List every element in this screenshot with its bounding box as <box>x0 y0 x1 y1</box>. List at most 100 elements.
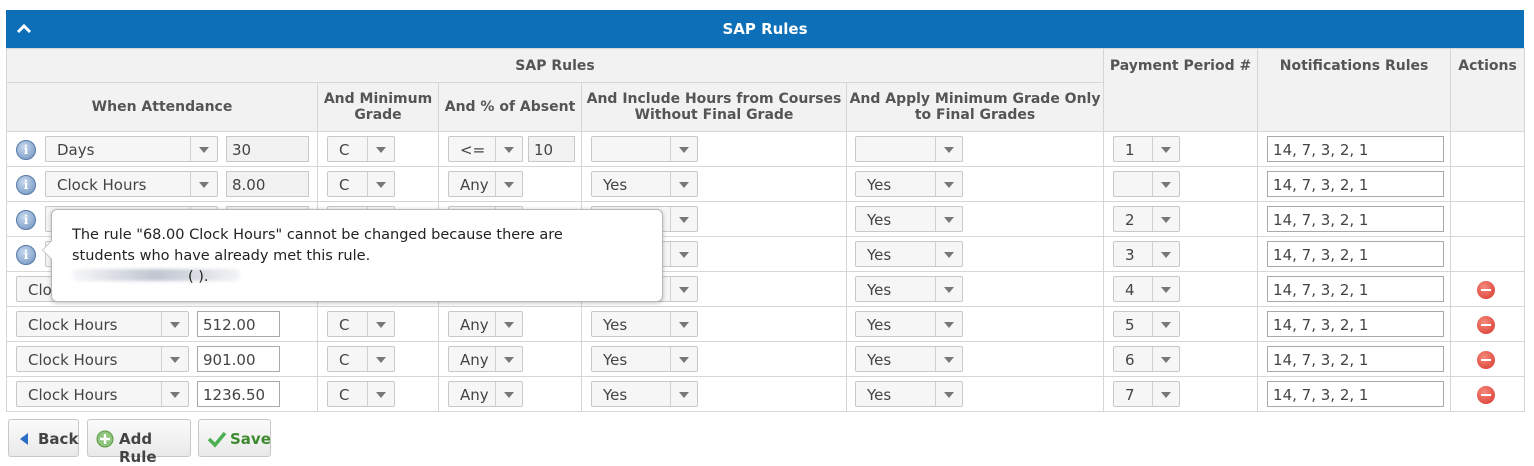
chevron-down-icon[interactable] <box>935 347 962 371</box>
apply-min-grade-select[interactable]: Yes <box>855 311 963 337</box>
notifications-input[interactable]: 14, 7, 3, 2, 1 <box>1267 346 1445 372</box>
chevron-down-icon[interactable] <box>1152 312 1179 336</box>
notifications-input[interactable]: 14, 7, 3, 2, 1 <box>1267 171 1445 197</box>
chevron-down-icon[interactable] <box>367 382 394 406</box>
chevron-down-icon[interactable] <box>670 347 697 371</box>
apply-min-grade-select[interactable]: Yes <box>855 381 963 407</box>
chevron-down-icon[interactable] <box>367 347 394 371</box>
attendance-unit-select[interactable]: Clock Hours <box>16 381 189 407</box>
attendance-unit-select[interactable]: Clock Hours <box>16 311 189 337</box>
apply-min-grade-select[interactable]: Yes <box>855 206 963 232</box>
chevron-down-icon[interactable] <box>190 172 217 196</box>
chevron-down-icon[interactable] <box>1152 347 1179 371</box>
min-grade-select[interactable]: C <box>327 136 395 162</box>
chevron-down-icon[interactable] <box>1152 382 1179 406</box>
chevron-down-icon[interactable] <box>495 137 522 161</box>
chevron-down-icon[interactable] <box>161 347 188 371</box>
min-grade-select[interactable]: C <box>327 346 395 372</box>
chevron-down-icon[interactable] <box>935 382 962 406</box>
chevron-down-icon[interactable] <box>1152 277 1179 301</box>
include-hours-select[interactable]: Yes <box>591 381 698 407</box>
payment-period-select[interactable] <box>1113 171 1181 197</box>
chevron-down-icon[interactable] <box>1152 172 1179 196</box>
attendance-unit-select[interactable]: Clock Hours <box>45 171 218 197</box>
chevron-down-icon[interactable] <box>367 172 394 196</box>
payment-period-select[interactable]: 3 <box>1113 241 1181 267</box>
notifications-input[interactable]: 14, 7, 3, 2, 1 <box>1267 206 1445 232</box>
apply-min-grade-select[interactable] <box>855 136 963 162</box>
remove-icon[interactable] <box>1477 316 1496 334</box>
notifications-input[interactable]: 14, 7, 3, 2, 1 <box>1267 241 1445 267</box>
absent-operator-select[interactable]: Any <box>448 346 523 372</box>
chevron-down-icon[interactable] <box>935 137 962 161</box>
chevron-down-icon[interactable] <box>1152 242 1179 266</box>
chevron-down-icon[interactable] <box>367 137 394 161</box>
payment-period-select[interactable]: 7 <box>1113 381 1181 407</box>
notifications-input[interactable]: 14, 7, 3, 2, 1 <box>1267 276 1445 302</box>
apply-min-grade-select[interactable]: Yes <box>855 346 963 372</box>
remove-icon[interactable] <box>1477 351 1496 369</box>
payment-period-select[interactable]: 2 <box>1113 206 1181 232</box>
chevron-down-icon[interactable] <box>670 242 697 266</box>
attendance-amount-input[interactable]: 512.00 <box>197 311 280 337</box>
apply-min-grade-select[interactable]: Yes <box>855 171 963 197</box>
absent-value-input[interactable]: 10 <box>528 136 575 162</box>
chevron-down-icon[interactable] <box>495 312 522 336</box>
apply-min-grade-select[interactable]: Yes <box>855 276 963 302</box>
attendance-amount-input[interactable]: 30 <box>226 136 309 162</box>
chevron-down-icon[interactable] <box>495 382 522 406</box>
payment-period-select[interactable]: 6 <box>1113 346 1181 372</box>
save-button[interactable]: Save <box>198 419 271 457</box>
chevron-down-icon[interactable] <box>1152 207 1179 231</box>
chevron-down-icon[interactable] <box>495 347 522 371</box>
include-hours-select[interactable]: Yes <box>591 171 698 197</box>
payment-period-select[interactable]: 4 <box>1113 276 1181 302</box>
chevron-down-icon[interactable] <box>670 137 697 161</box>
chevron-down-icon[interactable] <box>367 312 394 336</box>
chevron-down-icon[interactable] <box>670 172 697 196</box>
info-icon[interactable]: i <box>16 140 36 160</box>
chevron-down-icon[interactable] <box>670 382 697 406</box>
remove-icon[interactable] <box>1477 281 1496 299</box>
include-hours-select[interactable] <box>591 136 698 162</box>
remove-icon[interactable] <box>1477 386 1496 404</box>
attendance-amount-input[interactable]: 1236.50 <box>197 381 280 407</box>
info-icon[interactable]: i <box>16 210 36 230</box>
payment-period-select[interactable]: 1 <box>1113 136 1181 162</box>
absent-operator-select[interactable]: <= <box>448 136 523 162</box>
min-grade-select[interactable]: C <box>327 171 395 197</box>
info-icon[interactable]: i <box>16 175 36 195</box>
absent-operator-select[interactable]: Any <box>448 381 523 407</box>
absent-operator-select[interactable]: Any <box>448 171 523 197</box>
attendance-amount-input[interactable]: 8.00 <box>226 171 309 197</box>
notifications-input[interactable]: 14, 7, 3, 2, 1 <box>1267 136 1445 162</box>
back-button[interactable]: Back <box>8 419 79 457</box>
absent-operator-select[interactable]: Any <box>448 311 523 337</box>
chevron-down-icon[interactable] <box>935 242 962 266</box>
chevron-down-icon[interactable] <box>935 277 962 301</box>
min-grade-select[interactable]: C <box>327 311 395 337</box>
chevron-down-icon[interactable] <box>190 137 217 161</box>
chevron-down-icon[interactable] <box>935 207 962 231</box>
apply-min-grade-select[interactable]: Yes <box>855 241 963 267</box>
attendance-unit-select[interactable]: Clock Hours <box>16 346 189 372</box>
payment-period-select[interactable]: 5 <box>1113 311 1181 337</box>
min-grade-select[interactable]: C <box>327 381 395 407</box>
chevron-down-icon[interactable] <box>670 312 697 336</box>
chevron-down-icon[interactable] <box>1152 137 1179 161</box>
notifications-input[interactable]: 14, 7, 3, 2, 1 <box>1267 381 1445 407</box>
notifications-input[interactable]: 14, 7, 3, 2, 1 <box>1267 311 1445 337</box>
chevron-down-icon[interactable] <box>495 172 522 196</box>
attendance-unit-select[interactable]: Days <box>45 136 218 162</box>
info-icon[interactable]: i <box>16 245 36 265</box>
chevron-down-icon[interactable] <box>161 382 188 406</box>
chevron-down-icon[interactable] <box>935 312 962 336</box>
panel-header[interactable]: SAP Rules <box>6 10 1524 48</box>
add-rule-button[interactable]: Add Rule <box>87 419 191 466</box>
attendance-amount-input[interactable]: 901.00 <box>197 346 280 372</box>
chevron-down-icon[interactable] <box>935 172 962 196</box>
include-hours-select[interactable]: Yes <box>591 346 698 372</box>
include-hours-select[interactable]: Yes <box>591 311 698 337</box>
chevron-down-icon[interactable] <box>161 312 188 336</box>
chevron-down-icon[interactable] <box>670 207 697 231</box>
